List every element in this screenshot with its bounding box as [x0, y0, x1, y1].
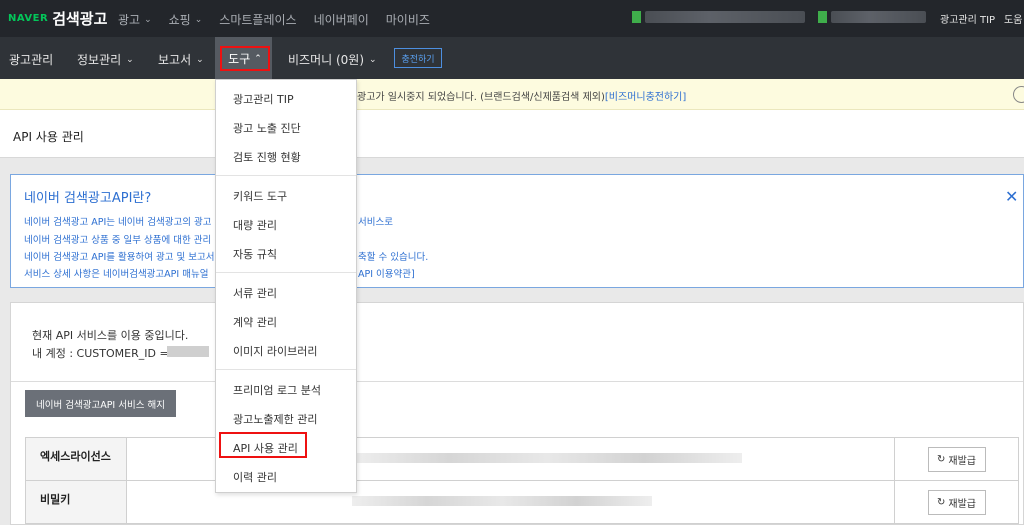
bizmoney-charge-link[interactable]: [비즈머니충전하기] [605, 92, 686, 103]
top-nav-shopping-label: 쇼핑 [168, 13, 191, 27]
reissue-cell: ↻ 재발급 [894, 480, 1019, 524]
menu-item-documents[interactable]: 서류 관리 [233, 285, 277, 301]
api-key-table: 엑세스라이선스 ↻ 재발급 비밀키 ↻ 재발급 [25, 437, 1019, 524]
reissue-label: 재발급 [948, 498, 976, 510]
top-nav-ad[interactable]: 광고 ⌄ [118, 11, 152, 28]
top-nav-mybiz[interactable]: 마이비즈 [386, 11, 430, 28]
nav-reports[interactable]: 보고서 ⌄ [158, 51, 204, 68]
charge-button[interactable]: 충전하기 [394, 48, 442, 68]
nav-bizmoney-label: 비즈머니 (0원) [288, 53, 365, 67]
chevron-down-icon: ⌄ [194, 14, 203, 25]
info-line: 네이버 검색광고 API는 네이버 검색광고의 광고 [24, 217, 212, 228]
main-nav: 광고관리 정보관리 ⌄ 보고서 ⌄ 비즈머니 (0원) ⌄ 충전하기 [0, 37, 1024, 79]
close-icon[interactable]: ✕ [1005, 187, 1018, 206]
highlight-box [219, 432, 307, 458]
naver-searchad-logo[interactable]: NAVER 검색광고 [8, 8, 107, 29]
nav-ad-management-label: 광고관리 [9, 53, 54, 67]
top-nav-naverpay-label: 네이버페이 [313, 13, 369, 27]
searchad-logo-text: 검색광고 [52, 10, 108, 28]
api-usage-card: 현재 API 서비스를 이용 중입니다. 내 계정 : CUSTOMER_ID … [10, 302, 1024, 525]
chevron-up-icon: ⌃ [254, 53, 262, 64]
nav-tools-label: 도구 [228, 52, 251, 66]
menu-item-ad-tip[interactable]: 광고관리 TIP [233, 91, 294, 107]
account-status-icon [818, 11, 827, 23]
secret-key-header: 비밀키 [25, 480, 127, 524]
top-nav-shopping[interactable]: 쇼핑 ⌄ [169, 11, 203, 28]
top-nav-smartplace-label: 스마트플레이스 [219, 13, 297, 27]
account-id-label: 내 계정 : CUSTOMER_ID = [32, 347, 169, 360]
nav-reports-label: 보고서 [158, 53, 192, 67]
menu-item-contracts[interactable]: 계약 관리 [233, 314, 277, 330]
reissue-label: 재발급 [948, 455, 976, 467]
info-line: 서비스 상세 사항은 네이버검색광고API 매뉴얼 [24, 269, 209, 280]
menu-separator [216, 175, 356, 176]
menu-item-exposure-diagnosis[interactable]: 광고 노출 진단 [233, 120, 301, 136]
account-info-blurred [831, 11, 926, 23]
top-nav: 광고 ⌄ 쇼핑 ⌄ 스마트플레이스 네이버페이 마이비즈 [118, 11, 447, 28]
menu-item-premium-log[interactable]: 프리미엄 로그 분석 [233, 382, 321, 398]
notice-message: 광고가 일시중지 되었습니다. (브랜드검색/신제품검색 제외)[비즈머니충전하… [357, 88, 686, 103]
menu-item-review-status[interactable]: 검토 진행 현황 [233, 149, 301, 165]
account-status-icon [632, 11, 641, 23]
table-row: 엑세스라이선스 ↻ 재발급 [25, 437, 1019, 481]
info-line: 네이버 검색광고 API를 활용하여 광고 및 보고서 [24, 252, 215, 263]
nav-info-management-label: 정보관리 [77, 53, 122, 67]
chevron-down-icon: ⌄ [369, 54, 377, 65]
chevron-down-icon: ⌄ [126, 54, 134, 65]
menu-separator [216, 369, 356, 370]
menu-item-exposure-limit[interactable]: 광고노출제한 관리 [233, 411, 317, 427]
info-line: 네이버 검색광고 상품 중 일부 상품에 대한 관리 [24, 235, 212, 246]
menu-item-image-library[interactable]: 이미지 라이브러리 [233, 343, 317, 359]
api-info-box: 네이버 검색광고API란? ✕ 네이버 검색광고 API는 네이버 검색광고의 … [10, 174, 1024, 288]
top-nav-mybiz-label: 마이비즈 [385, 13, 430, 27]
ad-tip-link[interactable]: 광고관리 TIP [940, 11, 995, 26]
key-value-blurred [352, 496, 652, 506]
customer-id-blurred [167, 346, 209, 357]
api-status-text: 현재 API 서비스를 이용 중입니다. [32, 329, 189, 342]
reissue-cell: ↻ 재발급 [894, 437, 1019, 481]
info-line-tail: 축할 수 있습니다. [358, 252, 429, 263]
reissue-secret-key-button[interactable]: ↻ 재발급 [927, 489, 986, 515]
nav-info-management[interactable]: 정보관리 ⌄ [77, 51, 134, 68]
nav-tools[interactable]: 도구 ⌃ [220, 46, 270, 71]
top-nav-naverpay[interactable]: 네이버페이 [314, 11, 369, 28]
top-nav-ad-label: 광고 [118, 13, 141, 27]
refresh-icon: ↻ [937, 453, 946, 465]
menu-item-history[interactable]: 이력 관리 [233, 469, 277, 485]
help-link[interactable]: 도움 [1004, 11, 1022, 26]
page-title: API 사용 관리 [13, 130, 84, 144]
cancel-api-service-button[interactable]: 네이버 검색광고API 서비스 해지 [25, 390, 176, 417]
account-info-blurred [645, 11, 805, 23]
refresh-icon: ↻ [937, 496, 946, 508]
menu-item-auto-rules[interactable]: 자동 규칙 [233, 246, 277, 262]
close-icon[interactable] [1013, 86, 1024, 103]
tools-dropdown-menu: 광고관리 TIP 광고 노출 진단 검토 진행 현황 키워드 도구 대량 관리 … [215, 79, 357, 493]
reissue-access-license-button[interactable]: ↻ 재발급 [927, 446, 986, 472]
top-bar: NAVER 검색광고 광고 ⌄ 쇼핑 ⌄ 스마트플레이스 네이버페이 마이비즈 광고… [0, 0, 1024, 37]
menu-separator [216, 272, 356, 273]
nav-bizmoney[interactable]: 비즈머니 (0원) ⌄ [288, 51, 377, 68]
notice-banner: 광고가 일시중지 되었습니다. (브랜드검색/신제품검색 제외)[비즈머니충전하… [0, 79, 1024, 110]
chevron-down-icon: ⌄ [196, 54, 204, 65]
page-header: API 사용 관리 [0, 110, 1024, 158]
divider [11, 381, 1023, 382]
menu-item-bulk-management[interactable]: 대량 관리 [233, 217, 277, 233]
naver-logo-text: NAVER [8, 13, 49, 24]
access-license-header: 엑세스라이선스 [25, 437, 127, 481]
top-nav-smartplace[interactable]: 스마트플레이스 [219, 11, 296, 28]
info-title: 네이버 검색광고API란? [24, 191, 152, 206]
table-row: 비밀키 ↻ 재발급 [25, 480, 1019, 524]
nav-ad-management[interactable]: 광고관리 [9, 51, 53, 68]
key-value-blurred [352, 453, 742, 463]
api-terms-link[interactable]: API 이용약관] [358, 266, 415, 280]
notice-text: 광고가 일시중지 되었습니다. (브랜드검색/신제품검색 제외) [357, 92, 605, 103]
info-line-tail: 서비스로 [358, 217, 393, 228]
chevron-down-icon: ⌄ [144, 14, 152, 25]
menu-item-keyword-tool[interactable]: 키워드 도구 [233, 188, 287, 204]
